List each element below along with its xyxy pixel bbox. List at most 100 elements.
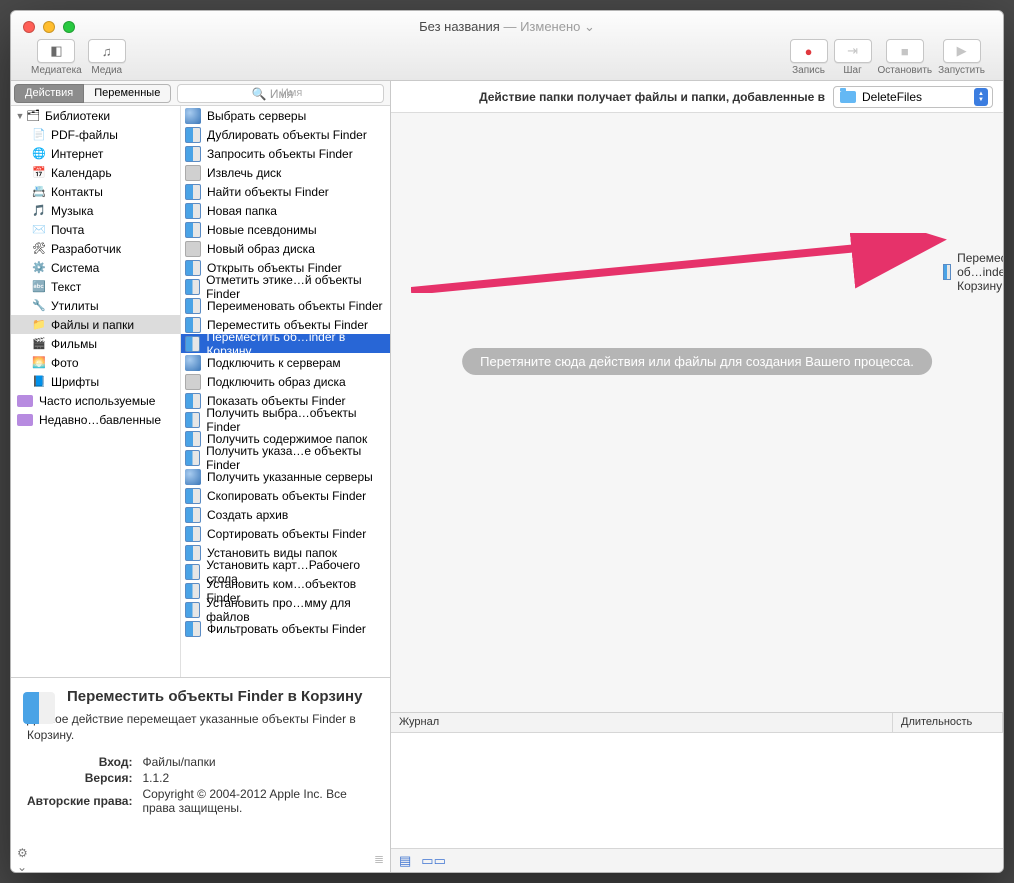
title-dropdown-icon[interactable]: ⌄ (584, 19, 595, 34)
search-field[interactable]: 🔍 Имя (177, 84, 384, 103)
action-item[interactable]: Выбрать серверы (181, 106, 390, 125)
stop-button[interactable]: ■Остановить (878, 39, 933, 76)
globe-icon (185, 355, 201, 371)
step-icon: ⇥ (834, 39, 872, 63)
action-item[interactable]: Новый образ диска (181, 239, 390, 258)
action-item[interactable]: Запросить объекты Finder (181, 144, 390, 163)
library-item[interactable]: 📘Шрифты (11, 372, 180, 391)
annotation-arrow (411, 233, 951, 293)
finder-icon (943, 264, 951, 280)
library-item[interactable]: 📇Контакты (11, 182, 180, 201)
category-icon: 🔧 (31, 298, 47, 314)
finder-icon (185, 621, 201, 637)
library-item[interactable]: 📄PDF-файлы (11, 125, 180, 144)
library-item[interactable]: 🌐Интернет (11, 144, 180, 163)
step-button[interactable]: ⇥ Шаг (834, 39, 872, 76)
folder-name: DeleteFiles (862, 90, 922, 104)
action-item[interactable]: Получить выбра…объекты Finder (181, 410, 390, 429)
finder-icon (185, 545, 201, 561)
library-item[interactable]: 🌅Фото (11, 353, 180, 372)
action-item[interactable]: Подключить образ диска (181, 372, 390, 391)
library-pane: Действия Переменные 🔍 Имя ▼ 🗂 Библиотеки… (11, 81, 391, 872)
finder-icon (185, 526, 201, 542)
globe-icon (185, 469, 201, 485)
action-item[interactable]: Получить указанные серверы (181, 467, 390, 486)
action-item[interactable]: Установить про…мму для файлов (181, 600, 390, 619)
title-text: Без названия (419, 19, 500, 34)
folder-picker[interactable]: DeleteFiles ▲▼ (833, 86, 993, 108)
gear-icon[interactable]: ⚙︎ ⌄ (17, 852, 37, 868)
library-item[interactable]: 📅Календарь (11, 163, 180, 182)
disk-icon (185, 241, 201, 257)
run-button[interactable]: ▶Запустить (938, 39, 985, 76)
disclosure-triangle-icon[interactable]: ▼ (15, 111, 25, 121)
library-item[interactable]: 🎬Фильмы (11, 334, 180, 353)
library-item[interactable]: ✉️Почта (11, 220, 180, 239)
actions-list[interactable]: Выбрать серверыДублировать объекты Finde… (181, 106, 390, 677)
info-description: Данное действие перемещает указанные объ… (27, 711, 376, 743)
resize-handle-icon[interactable]: ≣ (374, 852, 384, 868)
log-footer: ▤ ▭▭ (391, 848, 1003, 872)
library-root[interactable]: ▼ 🗂 Библиотеки (11, 106, 180, 125)
library-item[interactable]: 🎵Музыка (11, 201, 180, 220)
finder-icon (185, 184, 201, 200)
category-icon: 🌅 (31, 355, 47, 371)
finder-icon (185, 279, 200, 295)
workflow-canvas[interactable]: Переместить об…inder в Корзину Перетянит… (391, 113, 1003, 712)
info-input-value: Файлы/папки (142, 755, 374, 769)
smart-folder-icon (17, 414, 33, 426)
action-item[interactable]: Дублировать объекты Finder (181, 125, 390, 144)
action-item[interactable]: Извлечь диск (181, 163, 390, 182)
segmented-control: Действия Переменные (14, 84, 171, 103)
category-icon: 🔤 (31, 279, 47, 295)
action-item[interactable]: Переименовать объекты Finder (181, 296, 390, 315)
step-button-label: Шаг (843, 65, 861, 76)
action-item[interactable]: Найти объекты Finder (181, 182, 390, 201)
library-button-label: Медиатека (31, 65, 82, 76)
titlebar: Без названия — Изменено ⌄ ◧Медиатека♫Мед… (11, 11, 1003, 81)
library-tree[interactable]: ▼ 🗂 Библиотеки 📄PDF-файлы🌐Интернет📅Кален… (11, 106, 181, 677)
library-item[interactable]: 🛠Разработчик (11, 239, 180, 258)
action-item[interactable]: Переместить об…inder в Корзину (181, 334, 390, 353)
action-item[interactable]: Отметить этике…й объекты Finder (181, 277, 390, 296)
search-input[interactable] (177, 84, 384, 103)
action-item[interactable]: Сортировать объекты Finder (181, 524, 390, 543)
category-icon: 📇 (31, 184, 47, 200)
log-view-list-icon[interactable]: ▤ (399, 853, 411, 869)
tab-actions[interactable]: Действия (14, 84, 84, 103)
library-item[interactable]: 🔧Утилиты (11, 296, 180, 315)
media-icon: ♫ (88, 39, 126, 63)
library-item[interactable]: 🔤Текст (11, 277, 180, 296)
library-item[interactable]: 📁Файлы и папки (11, 315, 180, 334)
tab-variables[interactable]: Переменные (84, 84, 171, 103)
library-button[interactable]: ◧ Медиатека (31, 39, 82, 76)
smart-folder-item[interactable]: Недавно…бавленные (11, 410, 180, 429)
action-item[interactable]: Новая папка (181, 201, 390, 220)
category-icon: 📁 (31, 317, 47, 333)
media-button[interactable]: ♫Медиа (88, 39, 126, 76)
finder-icon (185, 317, 201, 333)
library-item[interactable]: ⚙️Система (11, 258, 180, 277)
library-icon: 🗂 (25, 108, 41, 124)
finder-icon (185, 127, 201, 143)
log-view-flow-icon[interactable]: ▭▭ (421, 853, 446, 869)
category-icon: 🛠 (31, 241, 47, 257)
action-item[interactable]: Фильтровать объекты Finder (181, 619, 390, 638)
disk-icon (185, 374, 201, 390)
log-col-duration[interactable]: Длительность (893, 713, 1003, 732)
info-title: Переместить объекты Finder в Корзину (67, 688, 376, 705)
action-item[interactable]: Скопировать объекты Finder (181, 486, 390, 505)
category-icon: 📄 (31, 127, 47, 143)
smart-folder-item[interactable]: Часто используемые (11, 391, 180, 410)
log-col-journal[interactable]: Журнал (391, 713, 893, 732)
action-item[interactable]: Получить указа…е объекты Finder (181, 448, 390, 467)
action-item[interactable]: Создать архив (181, 505, 390, 524)
stop-button-label: Остановить (878, 65, 933, 76)
action-item[interactable]: Новые псевдонимы (181, 220, 390, 239)
finder-icon (185, 336, 200, 352)
log-panel: Журнал Длительность ▤ ▭▭ (391, 712, 1003, 872)
dragged-action[interactable]: Переместить об…inder в Корзину (943, 251, 1004, 293)
library-icon: ◧ (37, 39, 75, 63)
record-button[interactable]: ●Запись (790, 39, 828, 76)
finder-icon (185, 298, 201, 314)
